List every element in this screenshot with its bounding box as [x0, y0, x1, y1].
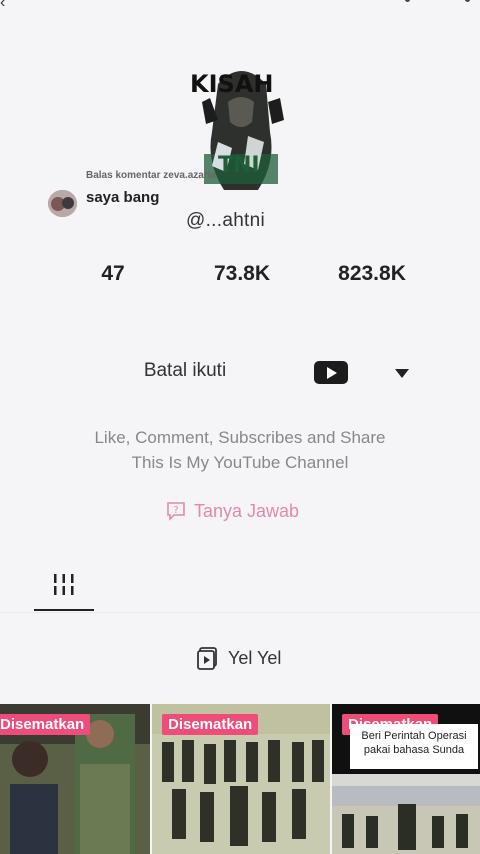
- grid-icon: [54, 574, 74, 595]
- video-thumbnail[interactable]: Disematkan: [152, 704, 330, 854]
- video-caption-line-2: pakai bahasa Sunda: [363, 744, 465, 756]
- logo-text-bottom: TNI: [218, 153, 260, 178]
- chevron-left-icon[interactable]: ‹: [0, 0, 5, 12]
- comment-avatar: [48, 190, 77, 217]
- playlist-icon: [197, 647, 217, 670]
- comment-text: saya bang: [86, 189, 160, 206]
- logo-text-top: KISAH: [190, 70, 273, 98]
- followers-count[interactable]: 73.8K: [196, 262, 288, 286]
- reply-context: Balas komentar zeva.azaria: [86, 170, 217, 181]
- qa-label: Tanya Jawab: [194, 500, 300, 521]
- video-thumbnail[interactable]: Disematkan: [0, 704, 150, 854]
- following-count[interactable]: 47: [88, 262, 138, 286]
- tab-videos[interactable]: [34, 566, 94, 612]
- qa-link[interactable]: ? Tanya Jawab: [166, 498, 299, 524]
- video-caption: Beri Perintah Operasi pakai bahasa Sunda: [350, 724, 478, 769]
- playlist-chip[interactable]: Yel Yel: [196, 644, 281, 672]
- bio-line-2: This Is My YouTube Channel: [131, 453, 349, 472]
- pinned-badge: Disematkan: [0, 714, 91, 735]
- tab-underline: [34, 609, 94, 611]
- video-caption-line-1: Beri Perintah Operasi: [361, 730, 467, 742]
- top-bar: ‹: [0, 0, 480, 12]
- svg-text:?: ?: [173, 505, 178, 516]
- tab-divider: [0, 612, 480, 613]
- caret-down-icon[interactable]: [388, 360, 416, 386]
- username: @...ahtni: [186, 210, 266, 231]
- youtube-icon[interactable]: [314, 361, 348, 384]
- pinned-badge: Disematkan: [162, 714, 259, 735]
- question-bubble-icon: ?: [167, 502, 185, 521]
- bio: Like, Comment, Subscribes and Share This…: [40, 425, 440, 475]
- notification-icon[interactable]: [405, 0, 410, 2]
- menu-icon[interactable]: [465, 0, 470, 2]
- bio-line-1: Like, Comment, Subscribes and Share: [94, 428, 386, 447]
- video-thumbnail[interactable]: Disematkan Beri Perintah Operasi pakai b…: [332, 704, 480, 854]
- unfollow-button[interactable]: Batal ikuti: [100, 348, 270, 394]
- playlist-label: Yel Yel: [228, 647, 282, 668]
- likes-count: 823.8K: [338, 262, 406, 285]
